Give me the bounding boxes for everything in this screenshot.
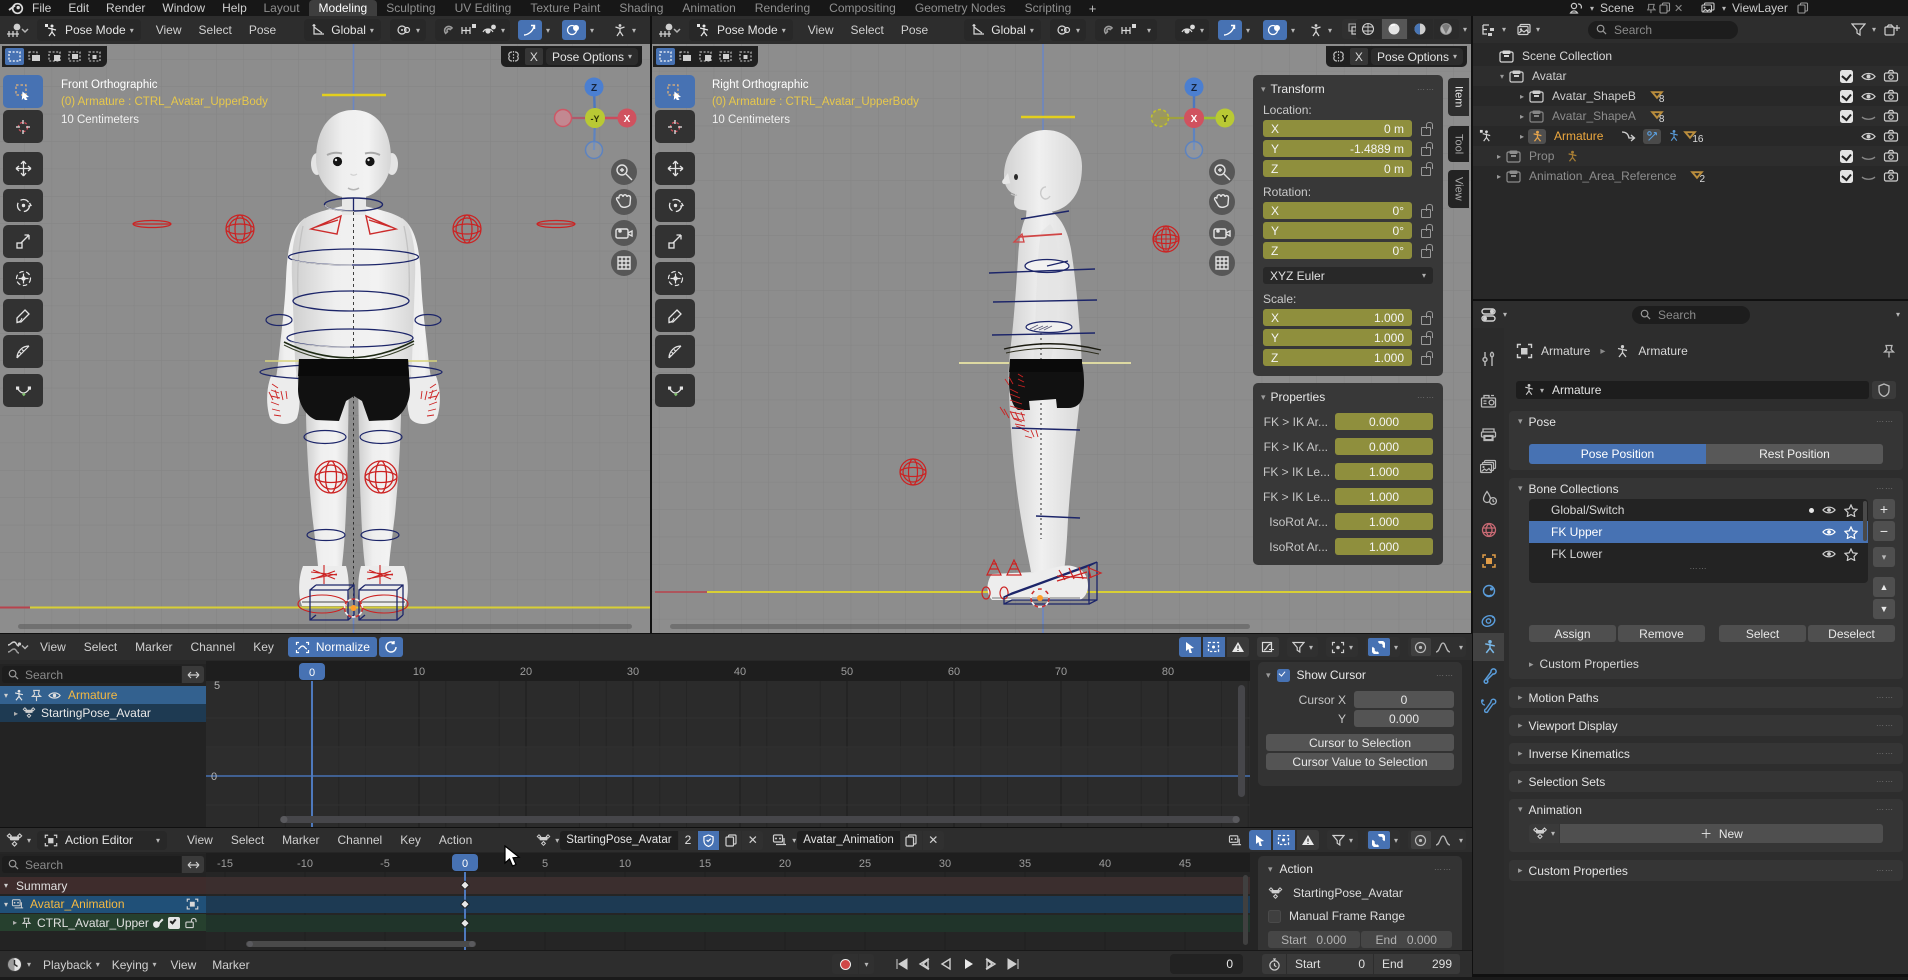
svg-text:5: 5 xyxy=(214,680,220,692)
svg-text:30: 30 xyxy=(939,858,951,870)
svg-text:(0) Armature : CTRL_Avatar_Upp: (0) Armature : CTRL_Avatar_UpperBody xyxy=(61,96,268,108)
svg-text:(0) Armature : CTRL_Avatar_Upp: (0) Armature : CTRL_Avatar_UpperBody xyxy=(712,96,919,108)
svg-text:0: 0 xyxy=(211,771,217,783)
svg-text:Right Orthographic: Right Orthographic xyxy=(712,79,809,91)
svg-text:45: 45 xyxy=(1179,858,1191,870)
svg-text:Z: Z xyxy=(591,83,597,94)
svg-text:60: 60 xyxy=(948,666,960,678)
svg-text:30: 30 xyxy=(627,666,639,678)
svg-text:20: 20 xyxy=(520,666,532,678)
svg-text:10: 10 xyxy=(413,666,425,678)
svg-text:40: 40 xyxy=(1099,858,1111,870)
svg-text:25: 25 xyxy=(859,858,871,870)
svg-text:X: X xyxy=(624,114,631,125)
svg-text:40: 40 xyxy=(734,666,746,678)
svg-text:5: 5 xyxy=(542,858,548,870)
svg-text:-5: -5 xyxy=(380,858,390,870)
svg-text:20: 20 xyxy=(779,858,791,870)
svg-text:-Y: -Y xyxy=(591,114,600,124)
svg-text:70: 70 xyxy=(1055,666,1067,678)
svg-text:Front Orthographic: Front Orthographic xyxy=(61,79,158,91)
svg-text:-15: -15 xyxy=(217,858,233,870)
svg-text:0: 0 xyxy=(462,858,468,870)
svg-text:Y: Y xyxy=(1222,114,1229,125)
svg-text:80: 80 xyxy=(1162,666,1174,678)
svg-text:X: X xyxy=(1191,114,1198,125)
svg-text:10: 10 xyxy=(619,858,631,870)
svg-text:50: 50 xyxy=(841,666,853,678)
svg-text:10 Centimeters: 10 Centimeters xyxy=(712,114,790,126)
svg-text:35: 35 xyxy=(1019,858,1031,870)
svg-text:0: 0 xyxy=(309,667,315,679)
svg-text:10 Centimeters: 10 Centimeters xyxy=(61,114,139,126)
svg-text:Z: Z xyxy=(1191,83,1197,94)
svg-text:15: 15 xyxy=(699,858,711,870)
svg-text:-10: -10 xyxy=(297,858,313,870)
